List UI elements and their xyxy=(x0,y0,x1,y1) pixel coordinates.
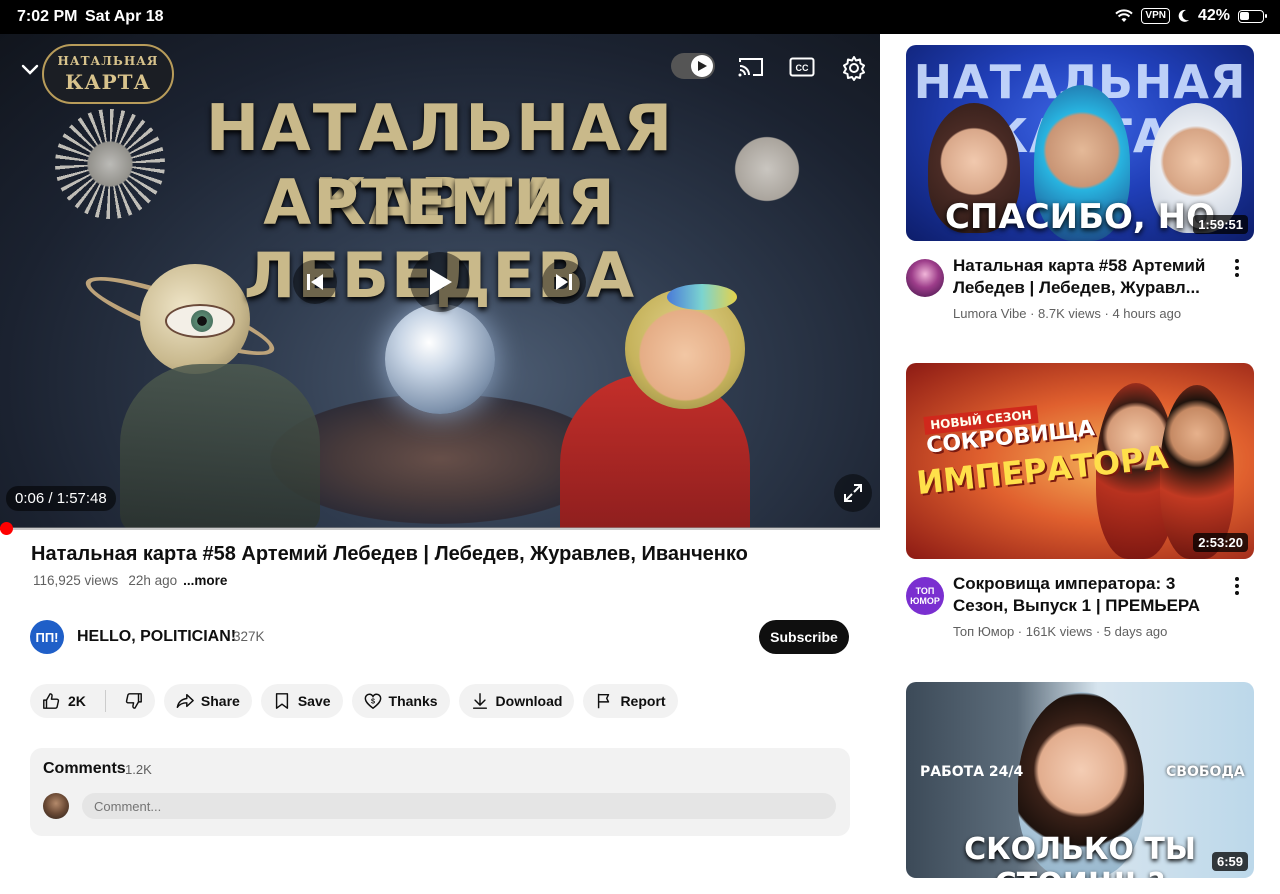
recommended-video-3[interactable]: РАБОТА 24/4 СВОБОДА СКОЛЬКО ТЫ СТОИШЬ? 6… xyxy=(906,682,1254,878)
more-options-icon[interactable] xyxy=(1232,577,1242,599)
captions-icon: CC xyxy=(789,57,815,77)
svg-text:CC: CC xyxy=(796,63,809,73)
like-divider xyxy=(104,690,106,712)
minimize-button[interactable] xyxy=(18,58,42,82)
play-button[interactable] xyxy=(410,252,470,312)
time-display: 0:06 / 1:57:48 xyxy=(6,486,116,511)
share-button[interactable]: Share xyxy=(163,684,252,718)
fullscreen-icon xyxy=(844,484,862,502)
subscribe-button[interactable]: Subscribe xyxy=(759,620,849,654)
download-button[interactable]: Download xyxy=(458,684,575,718)
user-avatar xyxy=(43,793,69,819)
previous-button[interactable] xyxy=(293,260,337,304)
channel-avatar[interactable]: ТОП ЮМОР xyxy=(906,577,944,615)
more-options-icon[interactable] xyxy=(1232,259,1242,281)
share-label: Share xyxy=(200,693,240,709)
channel-name[interactable]: HELLO, POLITICIAN! xyxy=(77,628,236,646)
logo-line-1: НАТАЛЬНАЯ xyxy=(57,54,159,68)
more-link[interactable]: ...more xyxy=(183,573,227,588)
channel-avatar[interactable] xyxy=(906,259,944,297)
thumbnail-3[interactable]: РАБОТА 24/4 СВОБОДА СКОЛЬКО ТЫ СТОИШЬ? 6… xyxy=(906,682,1254,878)
like-button[interactable]: 2K xyxy=(30,684,98,718)
status-time: 7:02 PM xyxy=(17,8,78,25)
thumbnail-3-caption: СКОЛЬКО ТЫ СТОИШЬ? xyxy=(964,832,1196,878)
action-bar: 2K Share Save $ Thanks Download Report xyxy=(30,684,678,718)
chevron-down-icon xyxy=(21,64,39,75)
duration-badge: 1:59:51 xyxy=(1193,215,1248,234)
recommended-title[interactable]: Натальная карта #58 Артемий Лебедев | Ле… xyxy=(953,255,1228,299)
thumbnail-3-left-text: РАБОТА 24/4 xyxy=(920,764,1024,780)
cat-illustration xyxy=(730,132,804,206)
autoplay-play-icon xyxy=(698,61,707,71)
duration-badge: 2:53:20 xyxy=(1193,533,1248,552)
video-player[interactable]: НАТАЛЬНАЯ КАРТА НАТАЛЬНАЯ КАРТА АРТЕМИЯ … xyxy=(0,34,880,528)
cast-button[interactable] xyxy=(736,54,766,80)
previous-icon xyxy=(307,274,323,290)
video-meta: 116,925 views 22h ago ...more xyxy=(33,573,227,588)
thanks-label: Thanks xyxy=(388,693,438,709)
thumbnail-3-right-text: СВОБОДА xyxy=(1166,764,1245,780)
recommended-meta: Lumora Vibe · 8.7K views · 4 hours ago xyxy=(953,306,1182,321)
bookmark-icon xyxy=(275,693,288,709)
status-bar: 7:02 PM Sat Apr 18 VPN 42% xyxy=(0,0,1280,34)
comments-count: 1.2K xyxy=(125,762,152,777)
dislike-button[interactable] xyxy=(113,684,155,718)
view-count: 116,925 views xyxy=(33,573,119,588)
save-label: Save xyxy=(297,693,331,709)
next-icon xyxy=(556,274,572,290)
status-date: Sat Apr 18 xyxy=(85,8,164,25)
autoplay-toggle[interactable] xyxy=(671,53,715,79)
status-right: VPN 42% xyxy=(1115,7,1267,25)
subscriber-count: 327K xyxy=(233,629,265,644)
report-label: Report xyxy=(620,693,666,709)
upload-age: 22h ago xyxy=(128,573,178,588)
thumbnail-2[interactable]: НОВЫЙ СЕЗОН СОКРОВИЩА ИМПЕРАТОРА 2:53:20 xyxy=(906,363,1254,559)
like-dislike-group: 2K xyxy=(30,684,155,718)
comments-section[interactable]: Comments 1.2K xyxy=(30,748,850,836)
captions-button[interactable]: CC xyxy=(788,54,816,80)
recommended-meta: Топ Юмор · 161K views · 5 days ago xyxy=(953,624,1168,639)
channel-row: ПП! HELLO, POLITICIAN! 327K Subscribe xyxy=(30,619,850,655)
flag-icon xyxy=(598,693,610,709)
scrubber-handle[interactable] xyxy=(0,522,13,535)
duration-badge: 6:59 xyxy=(1211,852,1248,871)
vpn-badge: VPN xyxy=(1141,8,1170,24)
settings-icon xyxy=(843,56,865,81)
cast-icon xyxy=(738,58,763,77)
play-icon xyxy=(430,269,452,295)
recommended-video-2[interactable]: НОВЫЙ СЕЗОН СОКРОВИЩА ИМПЕРАТОРА 2:53:20… xyxy=(906,363,1254,639)
report-button[interactable]: Report xyxy=(583,684,678,718)
show-logo: НАТАЛЬНАЯ КАРТА xyxy=(42,44,174,104)
fullscreen-button[interactable] xyxy=(834,474,872,512)
logo-line-2: КАРТА xyxy=(65,70,151,94)
video-title: Натальная карта #58 Артемий Лебедев | Ле… xyxy=(31,543,748,565)
comment-input[interactable] xyxy=(82,793,836,819)
thumbs-down-icon xyxy=(125,693,142,709)
like-count: 2K xyxy=(68,693,86,709)
progress-bar[interactable] xyxy=(0,527,880,530)
thumbnail-1[interactable]: НАТАЛЬНАЯ КАРТА СПАСИБО, НО НЕТ 1:59:51 xyxy=(906,45,1254,241)
share-icon xyxy=(176,693,194,709)
moon-icon xyxy=(1178,9,1189,22)
svg-text:$: $ xyxy=(371,696,375,705)
recommended-video-1[interactable]: НАТАЛЬНАЯ КАРТА СПАСИБО, НО НЕТ 1:59:51 … xyxy=(906,45,1254,321)
next-button[interactable] xyxy=(542,260,586,304)
download-label: Download xyxy=(495,693,563,709)
thanks-button[interactable]: $ Thanks xyxy=(351,684,450,718)
recommended-title[interactable]: Сокровища императора: 3 Сезон, Выпуск 1 … xyxy=(953,573,1228,617)
save-button[interactable]: Save xyxy=(260,684,343,718)
battery-icon xyxy=(1238,9,1267,23)
wifi-icon xyxy=(1115,9,1134,22)
settings-button[interactable] xyxy=(840,54,868,82)
thanks-heart-icon: $ xyxy=(364,693,381,710)
sun-illustration xyxy=(55,109,165,219)
thumbs-up-icon xyxy=(43,693,60,709)
crystal-ball xyxy=(385,304,495,414)
battery-percent: 42% xyxy=(1197,7,1230,24)
channel-avatar[interactable]: ПП! xyxy=(30,620,64,654)
seated-figure xyxy=(120,364,320,528)
download-icon xyxy=(472,693,487,709)
comments-heading: Comments xyxy=(43,760,126,777)
